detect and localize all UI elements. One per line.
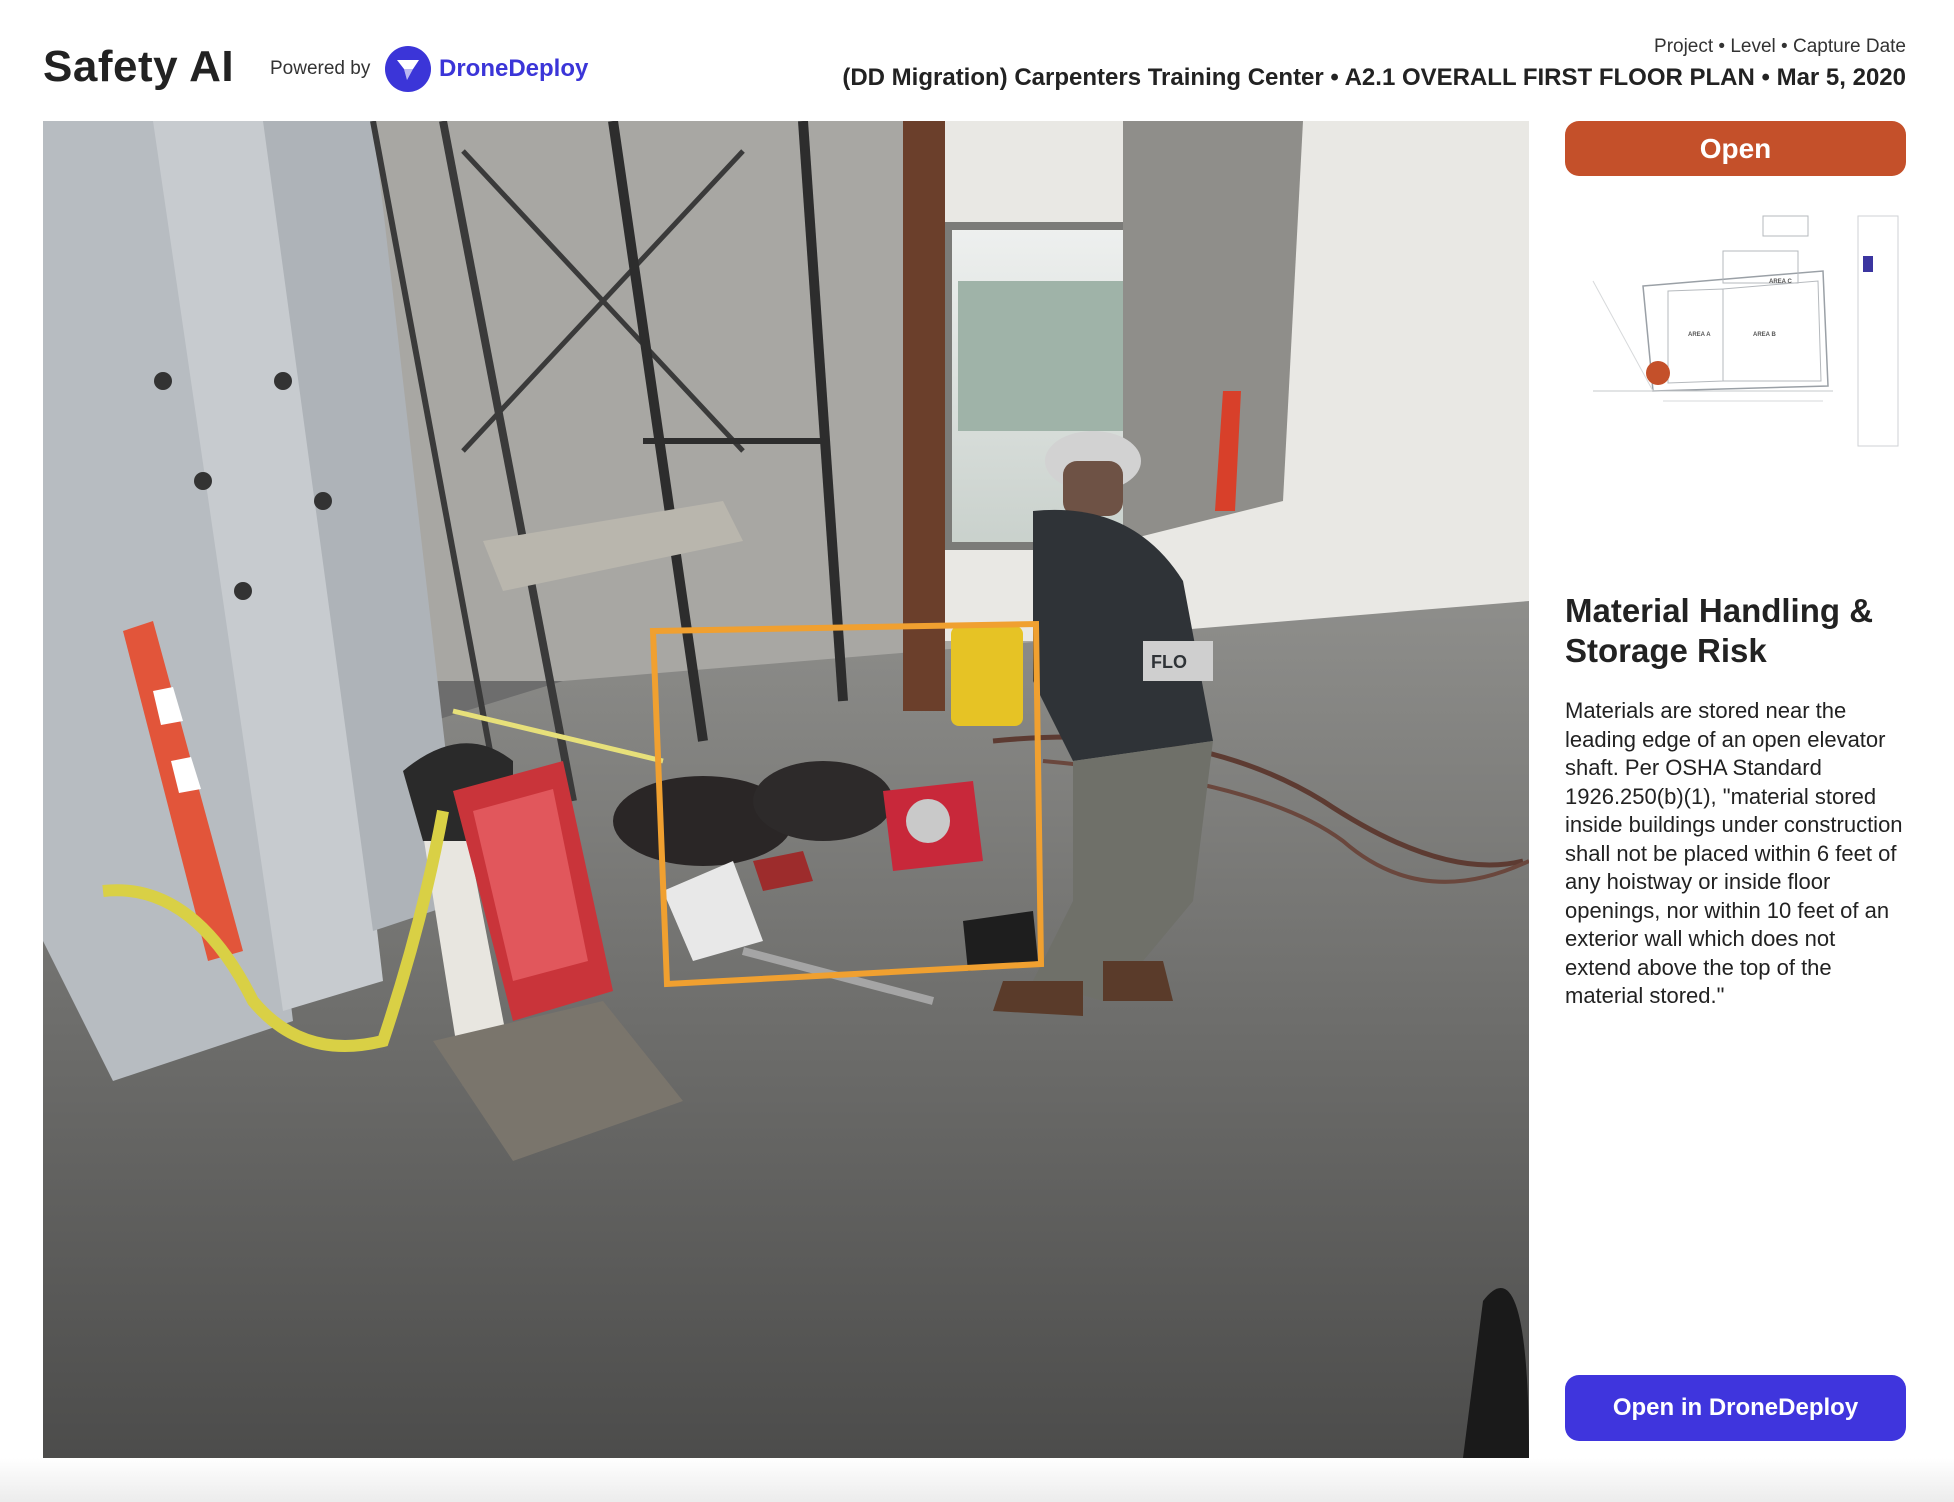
- risk-title: Material Handling & Storage Risk: [1565, 592, 1874, 669]
- meta-value: (DD Migration) Carpenters Training Cente…: [842, 64, 1906, 91]
- meta-label: Project • Level • Capture Date: [1654, 36, 1906, 57]
- brand[interactable]: DroneDeploy: [385, 46, 588, 92]
- dronedeploy-logo-icon: [385, 46, 431, 92]
- floorplan-area-label: AREA A: [1688, 332, 1711, 338]
- worker-jacket-text: FLO: [1151, 652, 1187, 672]
- status-open-button[interactable]: Open: [1565, 121, 1906, 176]
- floorplan-minimap[interactable]: AREA C AREA A AREA B: [1573, 211, 1906, 451]
- risk-description: Materials are stored near the leading ed…: [1565, 698, 1903, 1008]
- brand-name: DroneDeploy: [439, 55, 589, 82]
- capture-location-marker[interactable]: [1646, 361, 1670, 385]
- floorplan-area-label: AREA C: [1769, 279, 1792, 285]
- detail-sidebar: Open AREA C AREA A AREA B Material Handl…: [1565, 121, 1906, 1441]
- capture-photo[interactable]: FLO: [43, 121, 1529, 1458]
- powered-by-label: Powered by: [270, 58, 371, 79]
- open-in-dronedeploy-button[interactable]: Open in DroneDeploy: [1565, 1375, 1906, 1441]
- floorplan-area-label: AREA B: [1753, 332, 1776, 338]
- capture-meta: Project • Level • Capture Date (DD Migra…: [842, 36, 1906, 92]
- bottom-edge: [0, 1458, 1954, 1502]
- app-title: Safety AI: [43, 42, 235, 91]
- header: Safety AI Powered by DroneDeploy Project…: [0, 0, 1954, 110]
